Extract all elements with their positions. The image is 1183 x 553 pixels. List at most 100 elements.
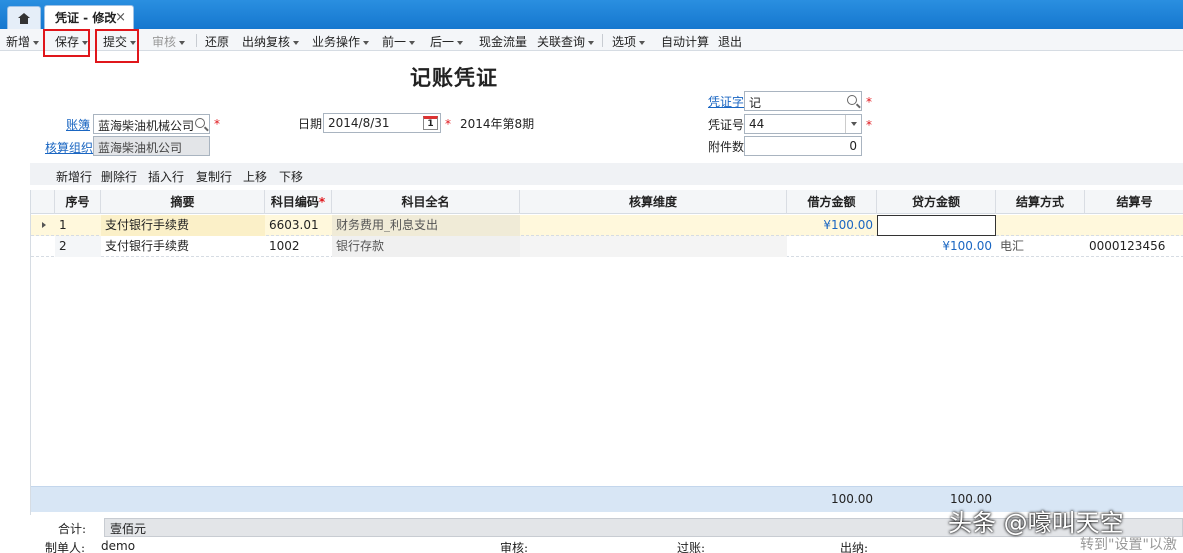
chevron-down-icon (588, 40, 595, 45)
chevron-down-icon (363, 40, 370, 45)
tab-bar: 凭证 - 修改 × (0, 0, 1183, 29)
search-icon[interactable] (847, 95, 857, 105)
table-row[interactable]: 1 支付银行手续费 6603.01 财务费用_利息支出 ¥100.00 (31, 215, 1183, 236)
cell-credit-editing[interactable] (877, 215, 996, 236)
move-down-button[interactable]: 下移 (279, 168, 303, 185)
page-title: 记账凭证 (410, 65, 498, 90)
poster-label: 过账: (677, 541, 706, 553)
activation-watermark: 转到"设置"以激 (1080, 537, 1177, 553)
search-icon[interactable] (195, 118, 205, 128)
tab-home[interactable] (7, 6, 41, 29)
prev-button[interactable]: 前一 (382, 33, 416, 50)
next-button[interactable]: 后一 (430, 33, 464, 50)
cashier-review-button[interactable]: 出纳复核 (242, 33, 300, 50)
col-header-settle-no[interactable]: 结算号 (1085, 190, 1183, 214)
grid-toolbar: 新增行 删除行 插入行 复制行 上移 下移 (30, 163, 1183, 185)
cell-settle-no[interactable]: 0000123456 (1085, 236, 1183, 257)
auto-calc-button[interactable]: 自动计算 (661, 33, 709, 50)
row-indicator-header (31, 190, 55, 214)
table-row[interactable]: 2 支付银行手续费 1002 银行存款 ¥100.00 电汇 000012345… (31, 236, 1183, 257)
toolbar-divider (602, 34, 603, 47)
col-header-summary[interactable]: 摘要 (101, 190, 265, 214)
col-header-dimension[interactable]: 核算维度 (520, 190, 787, 214)
related-query-button[interactable]: 关联查询 (537, 33, 595, 50)
calendar-icon[interactable]: 1 (423, 116, 438, 130)
cell-seq[interactable]: 2 (55, 236, 101, 257)
business-ops-button[interactable]: 业务操作 (312, 33, 370, 50)
col-header-fullname[interactable]: 科目全名 (332, 190, 520, 214)
cell-settle-method[interactable]: 电汇 (996, 236, 1085, 257)
audit-button[interactable]: 审核 (152, 33, 186, 50)
add-row-button[interactable]: 新增行 (56, 168, 92, 185)
cell-credit[interactable]: ¥100.00 (877, 236, 996, 257)
chevron-down-icon (293, 40, 300, 45)
voucher-word-value: 记 (749, 96, 762, 110)
col-header-code[interactable]: 科目编码* (265, 190, 332, 214)
current-row-arrow-icon (42, 222, 46, 228)
ledger-label-link[interactable]: 账簿 (66, 116, 90, 133)
copy-row-button[interactable]: 复制行 (196, 168, 232, 185)
col-header-debit[interactable]: 借方金额 (787, 190, 877, 214)
col-header-credit[interactable]: 贷方金额 (877, 190, 996, 214)
date-label: 日期 (298, 117, 323, 131)
tab-voucher-edit[interactable]: 凭证 - 修改 × (44, 5, 134, 29)
cell-code[interactable]: 1002 (265, 236, 332, 257)
col-header-seq[interactable]: 序号 (55, 190, 101, 214)
period-text: 2014年第8期 (460, 117, 535, 131)
org-label-link[interactable]: 核算组织 (45, 139, 93, 156)
chevron-down-icon (850, 122, 857, 126)
attachments-field[interactable]: 0 (744, 136, 862, 156)
chevron-down-icon (457, 40, 464, 45)
new-button[interactable]: 新增 (6, 33, 40, 50)
main-toolbar: 新增 保存 提交 审核 还原 出纳复核 业务操作 前一 后一 现金流量 关联查询… (0, 29, 1183, 51)
cell-settle-no[interactable] (1085, 215, 1183, 236)
tab-voucher-edit-label: 凭证 - 修改 (55, 11, 117, 25)
voucher-word-field[interactable]: 记 (744, 91, 862, 111)
cell-debit[interactable] (787, 236, 877, 257)
cell-fullname: 银行存款 (332, 236, 520, 257)
maker-label: 制单人: (45, 541, 86, 553)
cell-settle-method[interactable] (996, 215, 1085, 236)
move-up-button[interactable]: 上移 (243, 168, 267, 185)
required-mark: * (318, 195, 326, 209)
cell-summary[interactable]: 支付银行手续费 (101, 215, 265, 236)
cash-flow-button[interactable]: 现金流量 (479, 33, 527, 50)
cell-dimension[interactable] (520, 215, 787, 236)
voucher-no-select[interactable]: 44 (744, 114, 862, 134)
delete-row-button[interactable]: 删除行 (101, 168, 137, 185)
cell-code[interactable]: 6603.01 (265, 215, 332, 236)
chevron-down-icon (409, 40, 416, 45)
cell-debit[interactable]: ¥100.00 (787, 215, 877, 236)
restore-button[interactable]: 还原 (205, 33, 229, 50)
date-field[interactable]: 2014/8/31 1 (323, 113, 441, 133)
date-value: 2014/8/31 (328, 116, 390, 130)
voucher-word-label-link[interactable]: 凭证字 (708, 93, 744, 110)
cashier-label: 出纳: (840, 541, 869, 553)
options-button[interactable]: 选项 (612, 33, 646, 50)
dropdown-button[interactable] (845, 115, 861, 133)
voucher-no-value: 44 (749, 117, 765, 131)
chevron-down-icon (179, 40, 186, 45)
maker-value: demo (101, 539, 136, 553)
cell-seq[interactable]: 1 (55, 215, 101, 236)
total-debit: 100.00 (831, 492, 873, 506)
cell-summary[interactable]: 支付银行手续费 (101, 236, 265, 257)
required-mark: * (214, 117, 220, 131)
exit-button[interactable]: 退出 (718, 33, 742, 50)
ledger-field[interactable]: 蓝海柴油机械公司 (93, 114, 210, 134)
col-header-settle-method[interactable]: 结算方式 (996, 190, 1085, 214)
insert-row-button[interactable]: 插入行 (148, 168, 184, 185)
ledger-value: 蓝海柴油机械公司 (98, 119, 195, 133)
voucher-no-label: 凭证号 (708, 118, 745, 132)
watermark-text: 头条 @嚎叫天空 (948, 509, 1124, 537)
required-mark: * (445, 117, 451, 131)
save-highlight-box (43, 29, 90, 57)
close-icon[interactable]: × (115, 10, 126, 25)
home-icon (18, 12, 30, 24)
required-mark: * (866, 95, 872, 109)
grid-header: 序号 摘要 科目编码* 科目全名 核算维度 借方金额 贷方金额 结算方式 结算号 (31, 190, 1183, 214)
cell-dimension[interactable] (520, 236, 787, 257)
chevron-down-icon (639, 40, 646, 45)
submit-highlight-box (95, 29, 139, 63)
auditor-label: 审核: (500, 541, 529, 553)
